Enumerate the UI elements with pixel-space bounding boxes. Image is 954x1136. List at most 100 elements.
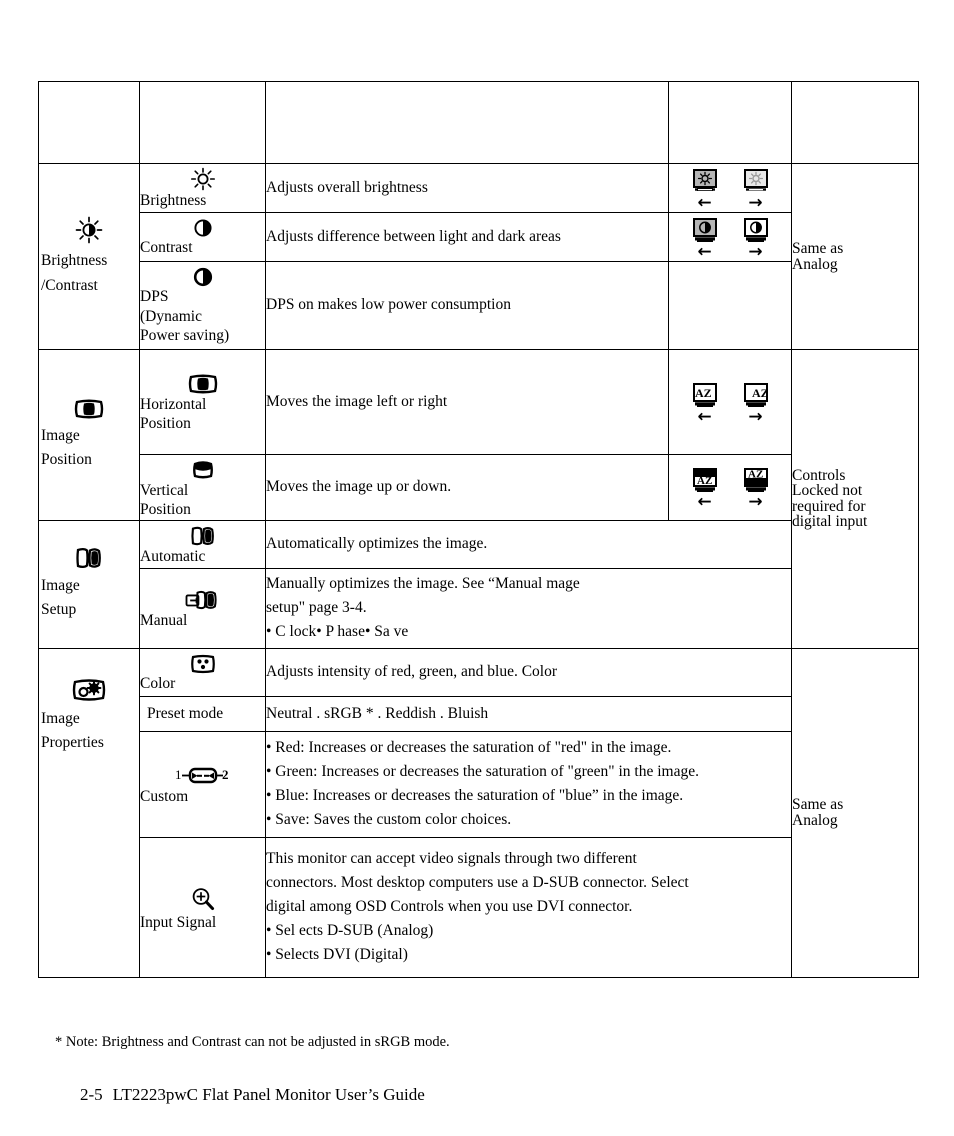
item-label: Contrast [140,239,193,257]
description-contrast: Adjusts difference between light and dar… [265,212,669,262]
description-line-2: connectors. Most desktop computers use a… [266,874,689,892]
notes-image-properties: Same as Analog [791,647,919,978]
controls-horizontal-position: AZ ← AZ → [668,349,792,455]
arrow-left-icon: ← [697,193,712,213]
table-row: Contrast Adjusts difference between ligh… [39,212,919,262]
custom-1-2-icon: 1 2 [140,765,265,787]
description-text: Moves the image left or right [266,392,448,410]
arrow-right-icon: → [748,407,763,427]
category-label-line1: Image [41,577,80,595]
item-label-line1: Horizontal [140,395,207,413]
header-cell-controls [668,81,792,164]
controls-vertical-position: AZ ← AZ → [668,454,792,521]
category-label-line2: /Contrast [41,276,98,294]
description-dps: DPS on makes low power consumption [265,261,669,350]
arrow-left-icon: ← [697,242,712,262]
arrow-left-icon: ← [697,407,712,427]
table-header-row [38,81,919,164]
arrow-right-icon: → [748,242,763,262]
table-row: Preset mode Neutral . sRGB * . Reddish .… [39,695,919,732]
item-label: Manual [140,611,188,629]
image-setup-icon [39,546,139,570]
category-label-line1: Image [41,709,80,727]
item-label: Custom [140,787,189,805]
category-label-line2: Setup [41,601,77,619]
item-horizontal-position: Horizontal Position [139,349,266,455]
note-line-1: Same as [792,796,844,814]
item-color: Color [139,647,266,697]
table-row: Image Position Horizontal Position Moves… [38,349,919,649]
horizontal-position-icon [140,373,265,395]
bullet-blue: • Blue: Increases or decreases the satur… [266,787,684,805]
item-label-line1: Vertical [140,482,189,499]
table-row: Brightness /Contrast Brightness Adjusts … [38,163,919,350]
magnifier-plus-icon [140,885,265,913]
notes-image-position: Controls Locked not required for digital… [791,349,919,649]
category-image-position: Image Position [38,349,140,521]
description-horizontal-position: Moves the image left or right [265,349,669,455]
note-line-4: digital input [792,513,868,531]
sun-icon [140,167,265,191]
description-text: Moves the image up or down. [266,478,452,496]
description-text: DPS on makes low power consumption [266,296,511,314]
category-label-line2: Properties [41,733,104,751]
horizontal-position-icon [39,398,139,420]
note-line-1: Same as [792,240,844,257]
description-input-signal: This monitor can accept video signals th… [265,836,792,978]
item-label: Preset mode [147,705,224,723]
table-row: DPS (Dynamic Power saving) DPS on makes … [39,261,919,350]
item-label: Brightness [140,192,207,210]
arrow-right-icon: → [748,492,763,513]
item-label-line2: Position [140,501,191,519]
item-label-line2: Position [140,415,191,432]
item-preset-mode: Preset mode [139,695,266,732]
table-row: Image Properties Color Adjusts intensity… [38,647,919,978]
color-dots-icon [140,654,265,674]
item-vertical-position: Vertical Position [139,454,266,521]
svg-text:AZ: AZ [748,469,763,481]
controls-brightness: ← → [668,163,792,213]
item-label-line3: Power saving) [140,327,230,345]
description-text: Adjusts intensity of red, green, and blu… [266,663,558,681]
item-label: Color [140,674,176,692]
description-brightness: Adjusts overall brightness [265,163,669,213]
note-line-3: required for [792,497,866,515]
bullet-save: • Save: Saves the custom color choices. [266,811,512,829]
vertical-position-icon [140,457,265,481]
contrast-half-circle-icon [140,218,265,238]
notes-brightness-contrast: Same as Analog [791,163,919,350]
footer-title: LT2223pwC Flat Panel Monitor User’s Guid… [112,1085,425,1104]
arrow-left-icon: ← [697,492,712,513]
description-text: Automatically optimizes the image. [266,535,488,553]
note-line-2: Analog [792,255,838,273]
description-manual: Manually optimizes the image. See “Manua… [265,567,792,649]
document-page: Brightness /Contrast Brightness Adjusts … [0,0,954,1136]
category-label-line1: Brightness [41,252,108,270]
item-dps: DPS (Dynamic Power saving) [139,261,266,350]
item-label-line2: (Dynamic [140,307,202,325]
svg-text:AZ: AZ [752,386,769,400]
table-row: 1 2 Custom • Red: Increases or decreases… [39,730,919,838]
item-label-line1: DPS [140,288,169,306]
table-row: Input Signal This monitor can accept vid… [39,836,919,978]
header-cell-category [38,81,140,164]
item-manual: Manual [139,567,266,649]
table-row: Manual Manually optimizes the image. See… [39,567,919,649]
description-vertical-position: Moves the image up or down. [265,454,669,521]
svg-text:2: 2 [222,767,229,782]
item-automatic: Automatic [139,519,266,569]
manual-setup-icon [140,589,265,611]
note-line-2: Analog [792,811,838,829]
page-number: 2-5 [80,1085,103,1104]
item-label: Input Signal [140,913,217,931]
description-line-3: digital among OSD Controls when you use … [266,898,633,916]
bullet-green: • Green: Increases or decreases the satu… [266,763,699,781]
item-contrast: Contrast [139,212,266,262]
item-brightness: Brightness [139,163,266,213]
description-automatic: Automatically optimizes the image. [265,519,792,569]
header-cell-description [265,81,669,164]
item-label: Automatic [140,547,206,565]
osd-controls-table: Brightness /Contrast Brightness Adjusts … [38,81,919,978]
image-setup-icon [140,525,265,547]
footnote-srgb: * Note: Brightness and Contrast can not … [55,1034,450,1050]
